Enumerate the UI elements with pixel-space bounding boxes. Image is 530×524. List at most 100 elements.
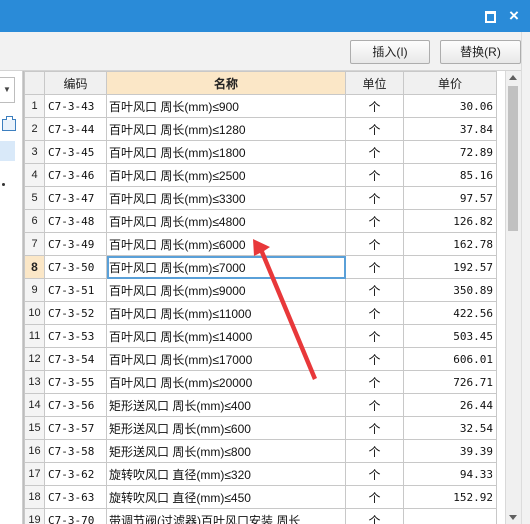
row-number[interactable]: 1 bbox=[24, 94, 45, 118]
cell-unit[interactable]: 个 bbox=[345, 94, 404, 118]
cell-name[interactable]: 百叶风口 周长(mm)≤3300 bbox=[106, 186, 346, 210]
cell-name[interactable]: 百叶风口 周长(mm)≤7000 bbox=[106, 255, 346, 279]
cell-name[interactable]: 百叶风口 周长(mm)≤11000 bbox=[106, 301, 346, 325]
cell-name[interactable]: 百叶风口 周长(mm)≤6000 bbox=[106, 232, 346, 256]
cell-unit[interactable]: 个 bbox=[345, 324, 404, 348]
cell-code[interactable]: C7-3-48 bbox=[44, 209, 107, 233]
cell-unit[interactable]: 个 bbox=[345, 186, 404, 210]
cell-name[interactable]: 矩形送风口 周长(mm)≤400 bbox=[106, 393, 346, 417]
table-row[interactable]: 18 C7-3-63 旋转吹风口 直径(mm)≤450 个 152.92 bbox=[24, 485, 497, 509]
cell-unit[interactable]: 个 bbox=[345, 232, 404, 256]
cell-unit[interactable]: 个 bbox=[345, 416, 404, 440]
cell-code[interactable]: C7-3-57 bbox=[44, 416, 107, 440]
cell-name[interactable]: 百叶风口 周长(mm)≤900 bbox=[106, 94, 346, 118]
table-row[interactable]: 10 C7-3-52 百叶风口 周长(mm)≤11000 个 422.56 bbox=[24, 301, 497, 325]
cell-name[interactable]: 旋转吹风口 直径(mm)≤450 bbox=[106, 485, 346, 509]
cell-price[interactable]: 30.06 bbox=[403, 94, 497, 118]
maximize-icon[interactable] bbox=[482, 8, 498, 24]
cell-price[interactable]: 72.89 bbox=[403, 140, 497, 164]
cell-price[interactable]: 126.82 bbox=[403, 209, 497, 233]
cell-price[interactable] bbox=[403, 508, 497, 524]
cell-unit[interactable]: 个 bbox=[345, 347, 404, 371]
scroll-down-icon[interactable] bbox=[509, 515, 517, 520]
cell-unit[interactable]: 个 bbox=[345, 255, 404, 279]
cell-price[interactable]: 32.54 bbox=[403, 416, 497, 440]
cell-unit[interactable]: 个 bbox=[345, 209, 404, 233]
column-header-code[interactable]: 编码 bbox=[44, 71, 107, 95]
cell-code[interactable]: C7-3-44 bbox=[44, 117, 107, 141]
cell-name[interactable]: 百叶风口 周长(mm)≤9000 bbox=[106, 278, 346, 302]
cell-unit[interactable]: 个 bbox=[345, 278, 404, 302]
insert-button[interactable]: 插入(I) bbox=[350, 40, 430, 64]
table-row[interactable]: 4 C7-3-46 百叶风口 周长(mm)≤2500 个 85.16 bbox=[24, 163, 497, 187]
row-number[interactable]: 3 bbox=[24, 140, 45, 164]
row-number[interactable]: 18 bbox=[24, 485, 45, 509]
close-icon[interactable]: × bbox=[506, 7, 522, 24]
cell-code[interactable]: C7-3-45 bbox=[44, 140, 107, 164]
cell-price[interactable]: 503.45 bbox=[403, 324, 497, 348]
cell-unit[interactable]: 个 bbox=[345, 163, 404, 187]
row-number[interactable]: 13 bbox=[24, 370, 45, 394]
cell-name[interactable]: 百叶风口 周长(mm)≤17000 bbox=[106, 347, 346, 371]
cell-code[interactable]: C7-3-50 bbox=[44, 255, 107, 279]
cell-code[interactable]: C7-3-47 bbox=[44, 186, 107, 210]
cell-code[interactable]: C7-3-53 bbox=[44, 324, 107, 348]
table-row[interactable]: 3 C7-3-45 百叶风口 周长(mm)≤1800 个 72.89 bbox=[24, 140, 497, 164]
table-row[interactable]: 15 C7-3-57 矩形送风口 周长(mm)≤600 个 32.54 bbox=[24, 416, 497, 440]
dropdown-toggle[interactable]: ▼ bbox=[0, 77, 15, 103]
table-row[interactable]: 12 C7-3-54 百叶风口 周长(mm)≤17000 个 606.01 bbox=[24, 347, 497, 371]
cell-code[interactable]: C7-3-43 bbox=[44, 94, 107, 118]
cell-unit[interactable]: 个 bbox=[345, 370, 404, 394]
table-row[interactable]: 1 C7-3-43 百叶风口 周长(mm)≤900 个 30.06 bbox=[24, 94, 497, 118]
copy-icon[interactable] bbox=[2, 116, 16, 131]
cell-code[interactable]: C7-3-62 bbox=[44, 462, 107, 486]
cell-price[interactable]: 37.84 bbox=[403, 117, 497, 141]
column-header-price[interactable]: 单价 bbox=[403, 71, 497, 95]
scroll-up-icon[interactable] bbox=[509, 75, 517, 80]
row-number[interactable]: 19 bbox=[24, 508, 45, 524]
tree-selected-item[interactable] bbox=[0, 141, 15, 161]
cell-unit[interactable]: 个 bbox=[345, 508, 404, 524]
row-number[interactable]: 7 bbox=[24, 232, 45, 256]
row-number[interactable]: 8 bbox=[24, 255, 45, 279]
row-number[interactable]: 16 bbox=[24, 439, 45, 463]
cell-code[interactable]: C7-3-63 bbox=[44, 485, 107, 509]
cell-code[interactable]: C7-3-70 bbox=[44, 508, 107, 524]
cell-name[interactable]: 百叶风口 周长(mm)≤2500 bbox=[106, 163, 346, 187]
cell-unit[interactable]: 个 bbox=[345, 439, 404, 463]
row-number[interactable]: 15 bbox=[24, 416, 45, 440]
cell-unit[interactable]: 个 bbox=[345, 301, 404, 325]
column-header-unit[interactable]: 单位 bbox=[345, 71, 404, 95]
cell-code[interactable]: C7-3-51 bbox=[44, 278, 107, 302]
table-row[interactable]: 6 C7-3-48 百叶风口 周长(mm)≤4800 个 126.82 bbox=[24, 209, 497, 233]
cell-name[interactable]: 百叶风口 周长(mm)≤1280 bbox=[106, 117, 346, 141]
cell-price[interactable]: 350.89 bbox=[403, 278, 497, 302]
cell-price[interactable]: 192.57 bbox=[403, 255, 497, 279]
cell-price[interactable]: 94.33 bbox=[403, 462, 497, 486]
row-number[interactable]: 14 bbox=[24, 393, 45, 417]
cell-price[interactable]: 39.39 bbox=[403, 439, 497, 463]
cell-unit[interactable]: 个 bbox=[345, 462, 404, 486]
cell-name[interactable]: 百叶风口 周长(mm)≤1800 bbox=[106, 140, 346, 164]
cell-name[interactable]: 矩形送风口 周长(mm)≤600 bbox=[106, 416, 346, 440]
cell-code[interactable]: C7-3-49 bbox=[44, 232, 107, 256]
cell-unit[interactable]: 个 bbox=[345, 485, 404, 509]
row-number[interactable]: 10 bbox=[24, 301, 45, 325]
cell-name[interactable]: 矩形送风口 周长(mm)≤800 bbox=[106, 439, 346, 463]
cell-price[interactable]: 152.92 bbox=[403, 485, 497, 509]
cell-name[interactable]: 旋转吹风口 直径(mm)≤320 bbox=[106, 462, 346, 486]
cell-code[interactable]: C7-3-54 bbox=[44, 347, 107, 371]
cell-name[interactable]: 百叶风口 周长(mm)≤20000 bbox=[106, 370, 346, 394]
replace-button[interactable]: 替换(R) bbox=[440, 40, 521, 64]
cell-code[interactable]: C7-3-55 bbox=[44, 370, 107, 394]
row-number[interactable]: 6 bbox=[24, 209, 45, 233]
cell-code[interactable]: C7-3-58 bbox=[44, 439, 107, 463]
row-number[interactable]: 2 bbox=[24, 117, 45, 141]
scroll-thumb[interactable] bbox=[508, 86, 518, 231]
cell-price[interactable]: 162.78 bbox=[403, 232, 497, 256]
cell-price[interactable]: 606.01 bbox=[403, 347, 497, 371]
row-number[interactable]: 12 bbox=[24, 347, 45, 371]
cell-unit[interactable]: 个 bbox=[345, 393, 404, 417]
table-row[interactable]: 7 C7-3-49 百叶风口 周长(mm)≤6000 个 162.78 bbox=[24, 232, 497, 256]
row-number[interactable]: 9 bbox=[24, 278, 45, 302]
